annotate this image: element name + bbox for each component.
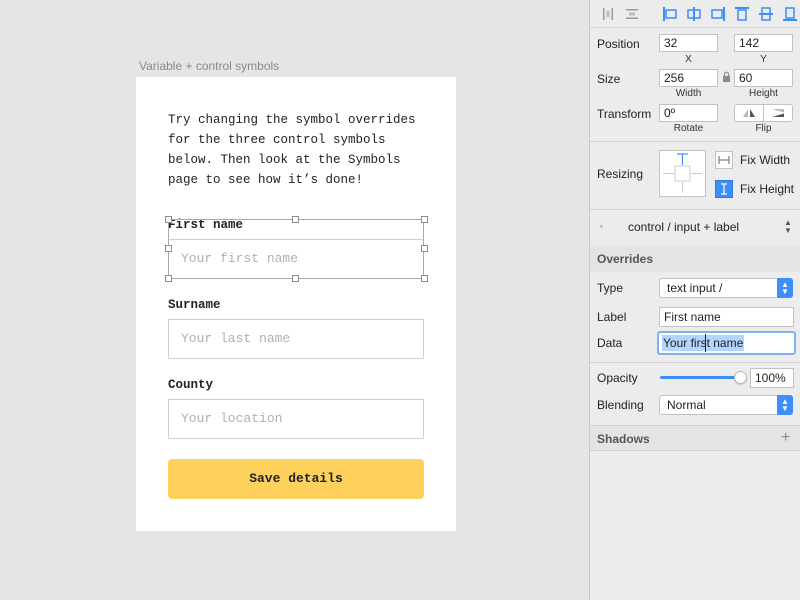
type-label: Type xyxy=(597,281,624,295)
resizing-constraints-widget[interactable] xyxy=(659,150,706,197)
size-height-sublabel: Height xyxy=(749,88,778,99)
position-label: Position xyxy=(597,37,640,51)
county-input[interactable]: Your location xyxy=(168,399,424,439)
fix-width-label[interactable]: Fix Width xyxy=(740,153,790,167)
opacity-slider-fill xyxy=(660,376,740,379)
transform-label: Transform xyxy=(597,107,652,121)
size-height-field[interactable]: 60 xyxy=(734,69,793,87)
save-details-button[interactable]: Save details xyxy=(168,459,424,499)
align-center-horizontal-icon[interactable] xyxy=(684,4,704,24)
text-cursor-icon xyxy=(705,334,706,352)
fix-width-toggle[interactable] xyxy=(715,151,733,169)
chevron-updown-icon: ▲ ▼ xyxy=(777,395,793,415)
size-label: Size xyxy=(597,72,621,86)
surname-label: Surname xyxy=(168,298,221,312)
position-y-sublabel: Y xyxy=(760,54,767,65)
opacity-field[interactable]: 100% xyxy=(750,368,794,388)
shadows-header: Shadows xyxy=(590,425,800,451)
size-width-sublabel: Width xyxy=(675,88,702,99)
align-bottom-icon[interactable] xyxy=(780,4,800,24)
divider xyxy=(590,141,800,142)
opacity-slider[interactable] xyxy=(660,371,747,384)
fix-height-toggle[interactable] xyxy=(715,180,733,198)
align-top-icon[interactable] xyxy=(732,4,752,24)
resize-handle-bl[interactable] xyxy=(165,275,172,282)
align-toolbar xyxy=(590,0,800,28)
resize-handle-br[interactable] xyxy=(421,275,428,282)
blending-label: Blending xyxy=(597,398,644,412)
county-label: County xyxy=(168,378,214,392)
resize-handle-mr[interactable] xyxy=(421,245,428,252)
data-override-field[interactable]: Your first name xyxy=(657,331,796,355)
chevron-updown-icon: ▲ ▼ xyxy=(777,278,793,298)
type-select-value: text input / xyxy=(667,281,723,295)
distribute-vertical-icon[interactable] xyxy=(622,4,642,24)
align-left-icon[interactable] xyxy=(660,4,680,24)
blending-select-value: Normal xyxy=(667,398,706,412)
rotate-sublabel: Rotate xyxy=(673,123,704,134)
flip-control xyxy=(734,104,793,122)
resize-handle-tc[interactable] xyxy=(292,216,299,223)
size-width-field[interactable]: 256 xyxy=(659,69,718,87)
artboard-label[interactable]: Variable + control symbols xyxy=(139,59,279,73)
type-select[interactable]: text input / ▲ ▼ xyxy=(659,278,793,298)
design-canvas[interactable]: Variable + control symbols Try changing … xyxy=(0,0,589,600)
distribute-horizontal-icon[interactable] xyxy=(598,4,618,24)
symbol-selector[interactable]: control / input + label ▲ ▼ xyxy=(590,210,800,245)
label-override-field[interactable]: First name xyxy=(659,307,794,327)
symbol-chevron-icon: ▲ ▼ xyxy=(784,218,792,235)
divider xyxy=(590,362,800,363)
opacity-label: Opacity xyxy=(597,371,638,385)
surname-input[interactable]: Your last name xyxy=(168,319,424,359)
add-shadow-icon[interactable]: + xyxy=(781,430,790,446)
flip-vertical-icon[interactable] xyxy=(764,105,792,121)
inspector-panel: Position 32 142 X Y Size 256 60 Width He… xyxy=(589,0,800,600)
align-right-icon[interactable] xyxy=(708,4,728,24)
label-label: Label xyxy=(597,310,627,324)
blending-select[interactable]: Normal ▲ ▼ xyxy=(659,395,793,415)
first-name-input[interactable]: Your first name xyxy=(168,239,424,279)
fix-height-label[interactable]: Fix Height xyxy=(740,182,794,196)
rotate-field[interactable]: 0º xyxy=(659,104,718,122)
lock-icon[interactable] xyxy=(722,71,731,86)
first-name-label: First name xyxy=(168,218,244,232)
flip-sublabel: Flip xyxy=(755,123,772,134)
resize-handle-tr[interactable] xyxy=(421,216,428,223)
artboard[interactable]: Try changing the symbol overrides for th… xyxy=(136,77,456,531)
resize-handle-tl[interactable] xyxy=(165,216,172,223)
flip-horizontal-icon[interactable] xyxy=(735,105,764,121)
position-y-field[interactable]: 142 xyxy=(734,34,793,52)
overrides-header: Overrides xyxy=(590,246,800,272)
position-x-sublabel: X xyxy=(685,54,692,65)
fix-height-icon xyxy=(721,183,727,195)
data-override-text: Your first name xyxy=(662,335,745,351)
fix-width-icon xyxy=(718,156,730,164)
resize-handle-ml[interactable] xyxy=(165,245,172,252)
resizing-label: Resizing xyxy=(597,167,644,181)
opacity-slider-thumb[interactable] xyxy=(734,371,747,384)
intro-text: Try changing the symbol overrides for th… xyxy=(168,113,416,187)
position-x-field[interactable]: 32 xyxy=(659,34,718,52)
data-label: Data xyxy=(597,336,623,350)
symbol-dot-icon xyxy=(600,225,603,228)
shadows-label: Shadows xyxy=(597,432,650,446)
resize-handle-bc[interactable] xyxy=(292,275,299,282)
align-middle-vertical-icon[interactable] xyxy=(756,4,776,24)
symbol-name: control / input + label xyxy=(628,220,740,234)
